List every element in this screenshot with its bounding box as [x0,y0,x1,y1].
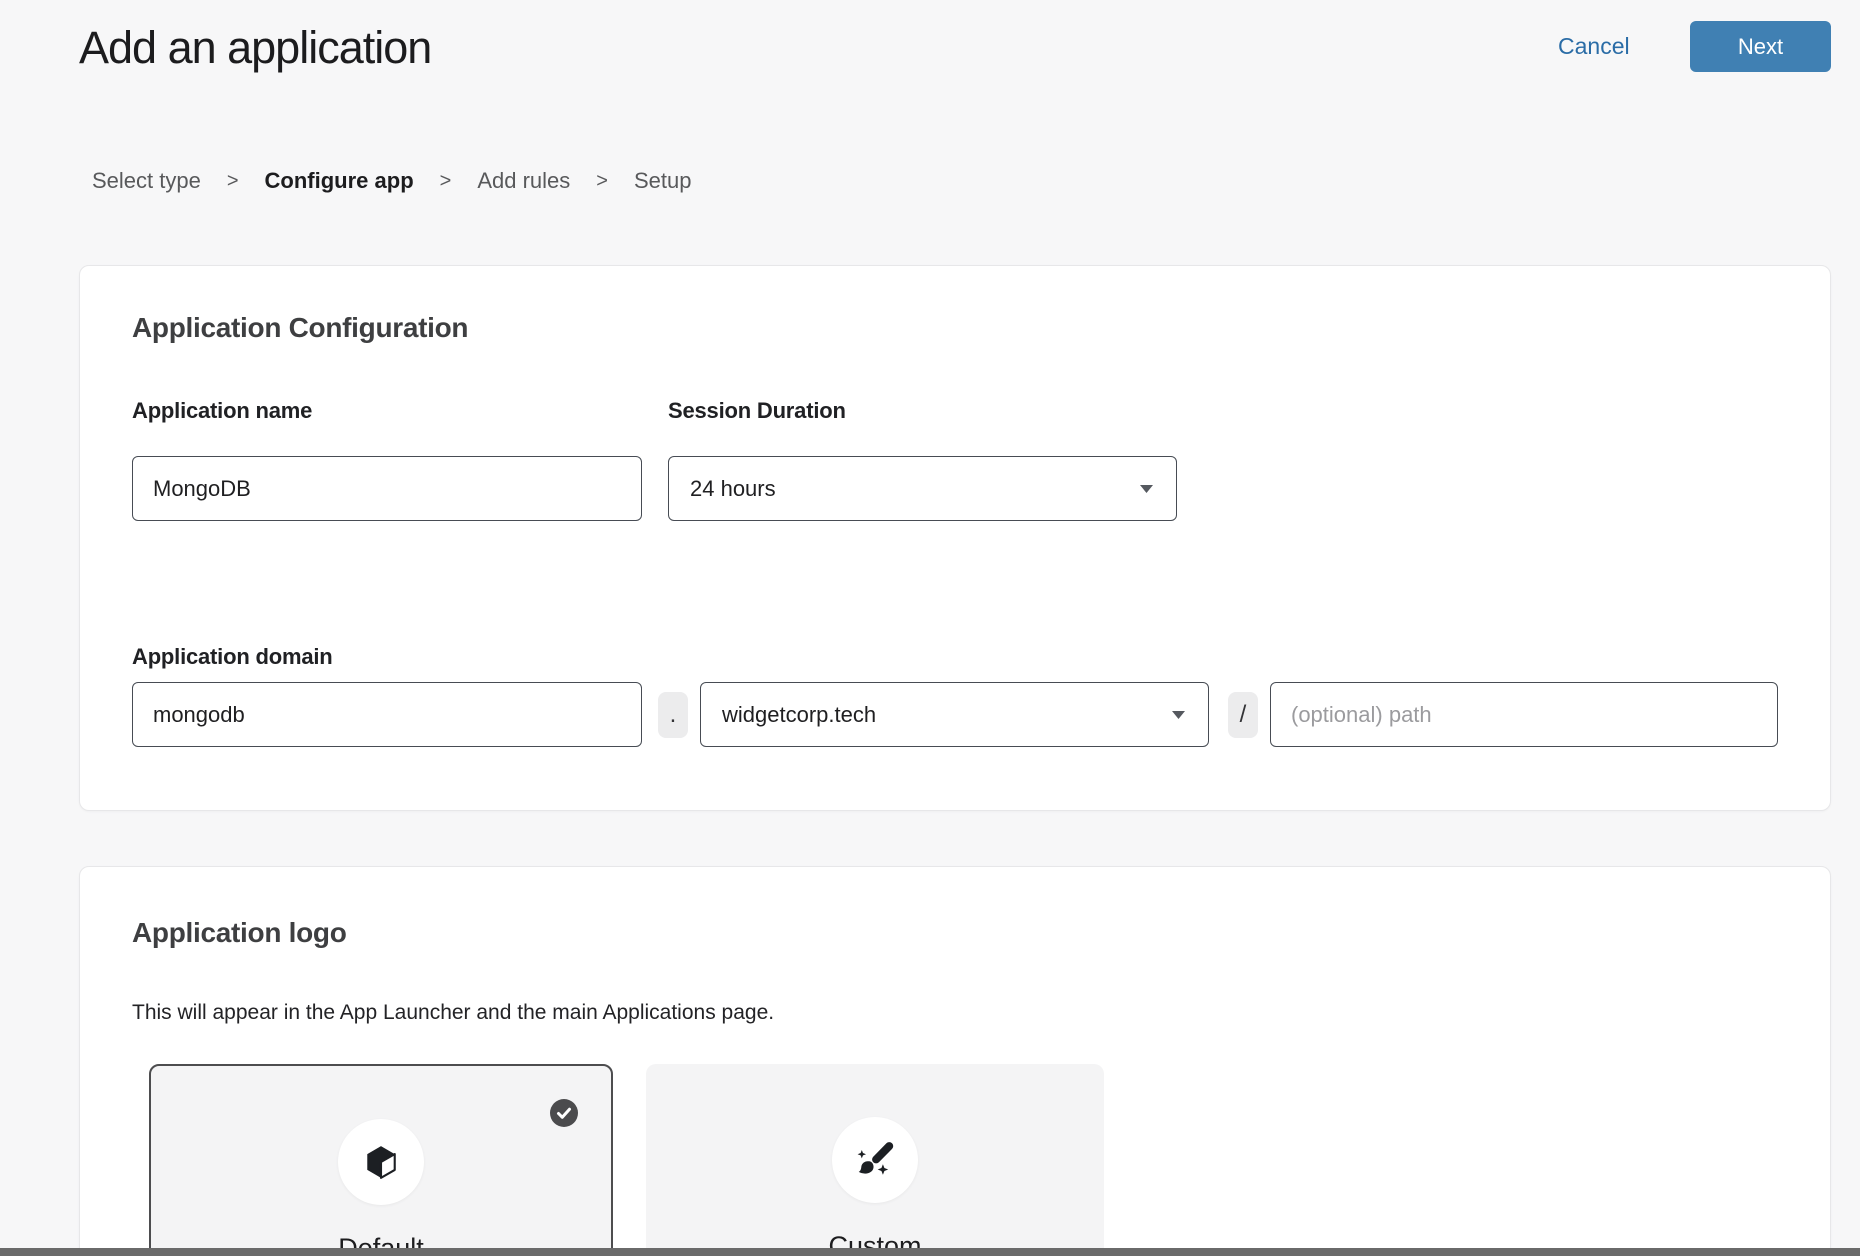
breadcrumb-separator: > [227,170,239,193]
cube-icon [362,1143,400,1181]
custom-logo-circle [832,1117,918,1203]
session-duration-label: Session Duration [668,398,846,424]
breadcrumb: Select type > Configure app > Add rules … [92,168,691,194]
path-input[interactable] [1270,682,1778,747]
cancel-button[interactable]: Cancel [1558,33,1630,60]
logo-card-description: This will appear in the App Launcher and… [132,1001,774,1025]
session-duration-value: 24 hours [690,476,776,502]
default-logo-circle [338,1119,424,1205]
next-button[interactable]: Next [1690,21,1831,72]
bottom-edge-bar [0,1248,1860,1256]
logo-option-custom[interactable]: Custom [646,1064,1104,1256]
page-title: Add an application [79,22,431,74]
breadcrumb-step-add-rules[interactable]: Add rules [477,168,570,194]
chevron-down-icon [1171,710,1186,720]
paintbrush-icon [856,1141,894,1179]
breadcrumb-step-setup[interactable]: Setup [634,168,692,194]
config-card-heading: Application Configuration [132,312,468,344]
domain-slash-separator: / [1228,692,1258,738]
application-name-input[interactable] [132,456,642,521]
breadcrumb-separator: > [596,170,608,193]
breadcrumb-separator: > [440,170,452,193]
session-duration-select[interactable]: 24 hours [668,456,1177,521]
application-logo-card: Application logo This will appear in the… [79,866,1831,1256]
domain-select[interactable]: widgetcorp.tech [700,682,1209,747]
check-icon [550,1099,578,1127]
chevron-down-icon [1139,484,1154,494]
domain-dot-separator: . [658,692,688,738]
logo-option-default[interactable]: Default [149,1064,613,1256]
application-configuration-card: Application Configuration Application na… [79,265,1831,811]
breadcrumb-step-configure-app[interactable]: Configure app [265,168,414,194]
application-name-label: Application name [132,398,312,424]
add-application-page: Add an application Cancel Next Select ty… [0,0,1860,1256]
breadcrumb-step-select-type[interactable]: Select type [92,168,201,194]
subdomain-input[interactable] [132,682,642,747]
logo-card-heading: Application logo [132,917,347,949]
application-domain-label: Application domain [132,644,333,670]
domain-select-value: widgetcorp.tech [722,702,876,728]
